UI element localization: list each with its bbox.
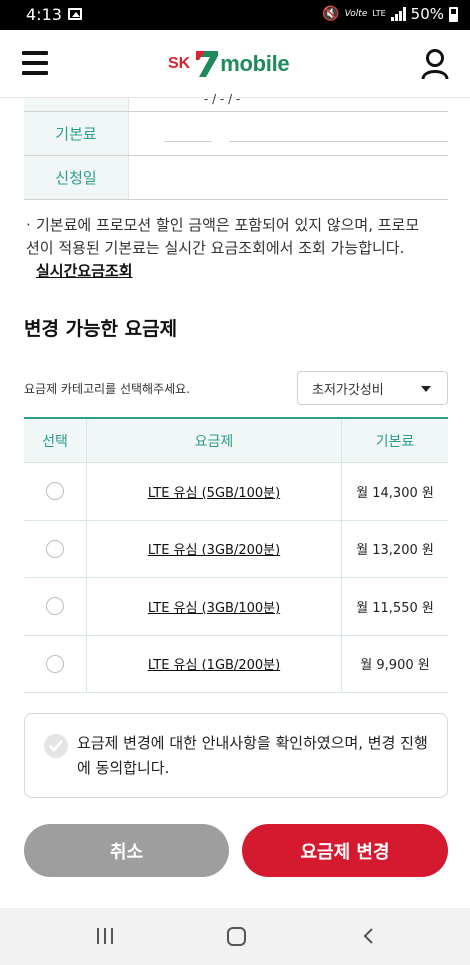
plan-name-link[interactable]: LTE 유심 (5GB/100분)	[148, 482, 280, 501]
agreement-checkbox[interactable]	[44, 734, 68, 758]
home-icon[interactable]	[227, 927, 246, 946]
col-header-select: 선택	[24, 419, 87, 462]
plan-radio[interactable]	[46, 539, 64, 558]
sk7mobile-logo[interactable]: SK mobile	[168, 48, 290, 80]
category-label: 요금제 카테고리를 선택해주세요.	[24, 382, 191, 396]
col-header-plan: 요금제	[87, 419, 342, 462]
info-row-cut-text: - / - / -	[204, 92, 241, 106]
signal-icon	[390, 7, 406, 21]
caret-down-icon	[421, 386, 431, 392]
category-select[interactable]: 초저가갓성비	[297, 371, 448, 405]
system-nav-bar	[0, 908, 470, 965]
logo-mobile-text: mobile	[220, 51, 290, 76]
back-icon[interactable]	[362, 928, 374, 944]
realtime-fee-link[interactable]: 실시간요금조회	[36, 262, 133, 280]
plan-price: 월 14,300 원	[356, 485, 434, 501]
logo-sk-text: SK	[168, 55, 191, 72]
table-row: LTE 유심 (3GB/200분) 월 13,200 원	[24, 520, 448, 578]
table-row: LTE 유심 (5GB/100분) 월 14,300 원	[24, 463, 448, 521]
info-label-apply-date: 신청일	[24, 156, 129, 199]
plan-radio[interactable]	[46, 482, 64, 501]
status-time: 4:13	[26, 5, 62, 24]
col-header-base-fee: 기본료	[375, 433, 415, 450]
promotion-notice: · 기본료에 프로모션 할인 금액은 포함되어 있지 않으며, 프로모션이 적용…	[26, 214, 426, 283]
battery-icon	[449, 6, 458, 22]
app-header: SK mobile	[0, 30, 470, 98]
plan-name-link[interactable]: LTE 유심 (3GB/100분)	[148, 597, 280, 616]
logo-seven-icon	[196, 51, 219, 77]
info-row-apply-date: 신청일	[24, 156, 448, 200]
image-notification-icon	[68, 8, 82, 20]
plan-table: 선택 요금제 기본료 LTE 유심 (5GB/100분) 월 14,300 원 …	[24, 417, 448, 693]
plan-price: 월 9,900 원	[360, 658, 430, 674]
notice-text: 기본료에 프로모션 할인 금액은 포함되어 있지 않으며, 프로모션이 적용된 …	[26, 216, 420, 257]
plan-radio[interactable]	[46, 654, 64, 673]
user-icon[interactable]	[420, 48, 450, 80]
recent-apps-icon[interactable]	[97, 928, 113, 944]
mute-icon: 🔇	[322, 6, 340, 22]
agreement-text: 요금제 변경에 대한 안내사항을 확인하였으며, 변경 진행에 동의합니다.	[77, 734, 428, 777]
plan-price: 월 13,200 원	[356, 543, 434, 559]
agreement-box[interactable]: 요금제 변경에 대한 안내사항을 확인하였으며, 변경 진행에 동의합니다.	[24, 713, 448, 798]
volte-icon: Volte	[344, 9, 368, 19]
status-bar: 4:13 🔇 Volte LTE 50%	[0, 0, 470, 30]
cancel-button[interactable]: 취소	[24, 824, 229, 877]
change-plan-button[interactable]: 요금제 변경	[242, 824, 448, 877]
table-row: LTE 유심 (1GB/200분) 월 9,900 원	[24, 635, 448, 693]
info-row-cut: - / - / -	[24, 92, 448, 112]
current-plan-info-table: - / - / - 기본료 신청일	[24, 92, 448, 200]
check-icon	[49, 740, 63, 752]
notice-bullet: ·	[26, 216, 31, 234]
category-selected-value: 초저가갓성비	[312, 382, 384, 398]
battery-percent: 50%	[410, 5, 444, 23]
plan-name-link[interactable]: LTE 유심 (1GB/200분)	[148, 654, 280, 673]
section-title: 변경 가능한 요금제	[24, 318, 178, 340]
lte-icon: LTE	[372, 9, 386, 18]
menu-icon[interactable]	[22, 51, 48, 75]
status-icons: 🔇 Volte LTE 50%	[322, 5, 458, 23]
plan-name-link[interactable]: LTE 유심 (3GB/200분)	[148, 539, 280, 558]
info-label-base-fee: 기본료	[24, 112, 129, 155]
plan-radio[interactable]	[46, 597, 64, 616]
info-row-base-fee: 기본료	[24, 112, 448, 156]
plan-table-header: 선택 요금제 기본료	[24, 419, 448, 463]
plan-price: 월 11,550 원	[356, 600, 434, 616]
table-row: LTE 유심 (3GB/100분) 월 11,550 원	[24, 578, 448, 636]
